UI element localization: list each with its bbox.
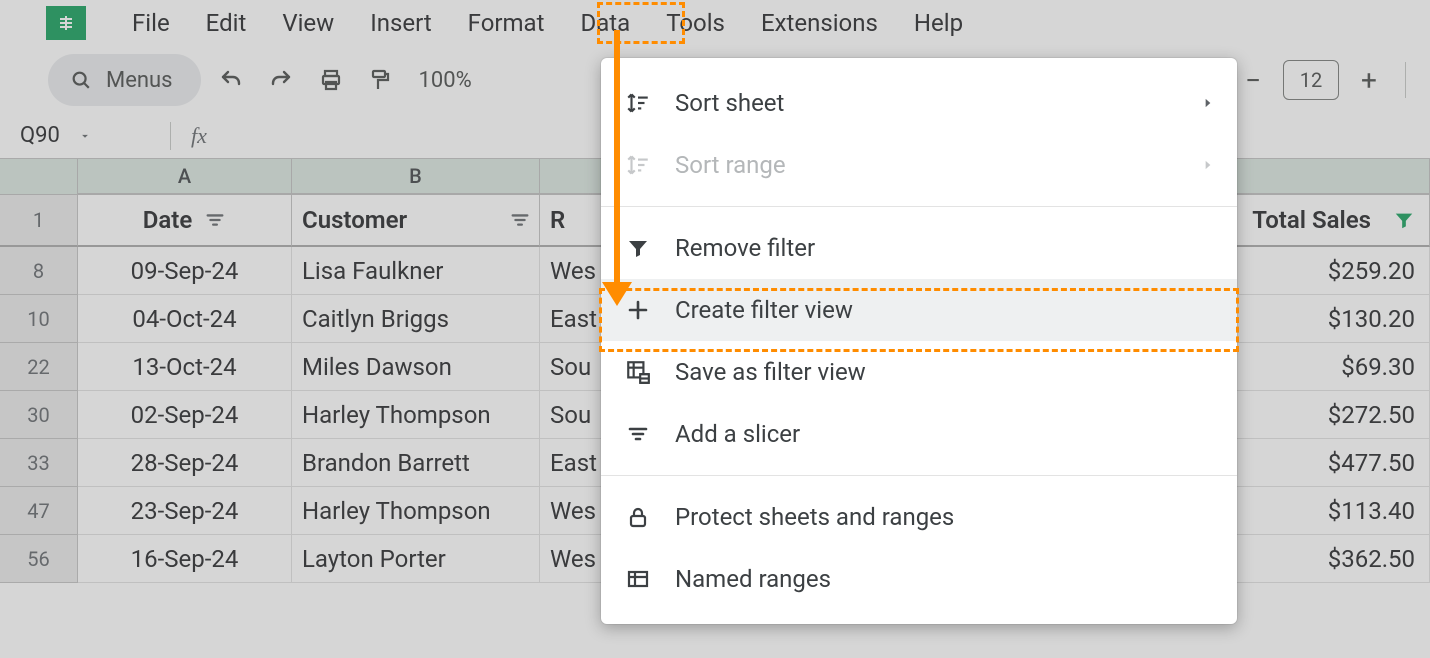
name-box[interactable]: Q90 bbox=[20, 123, 150, 148]
row-number[interactable]: 47 bbox=[0, 487, 78, 535]
font-size-input[interactable]: 12 bbox=[1283, 60, 1339, 100]
menu-file[interactable]: File bbox=[114, 3, 188, 43]
cell-date[interactable]: 16-Sep-24 bbox=[78, 535, 292, 583]
sheets-logo[interactable] bbox=[46, 6, 86, 40]
cell-customer[interactable]: Harley Thompson bbox=[292, 391, 540, 439]
menu-separator bbox=[601, 206, 1237, 207]
data-menu-dropdown: Sort sheet Sort range Remove filter Crea… bbox=[601, 58, 1237, 624]
toolbar-divider bbox=[1405, 62, 1406, 98]
row-number[interactable]: 22 bbox=[0, 343, 78, 391]
row-number[interactable]: 56 bbox=[0, 535, 78, 583]
paint-format-button[interactable] bbox=[361, 60, 401, 100]
submenu-arrow-icon bbox=[1201, 96, 1215, 110]
cell-customer[interactable]: Lisa Faulkner bbox=[292, 247, 540, 295]
zoom-level[interactable]: 100% bbox=[411, 68, 480, 93]
row-number[interactable]: 8 bbox=[0, 247, 78, 295]
menu-sort-range: Sort range bbox=[601, 134, 1237, 196]
search-menus-label: Menus bbox=[106, 68, 173, 93]
lock-icon bbox=[623, 505, 653, 529]
cell-date[interactable]: 02-Sep-24 bbox=[78, 391, 292, 439]
row-number[interactable]: 30 bbox=[0, 391, 78, 439]
col-header-A[interactable]: A bbox=[78, 159, 292, 195]
sort-range-icon bbox=[623, 152, 653, 178]
search-menus[interactable]: Menus bbox=[48, 54, 201, 106]
header-customer[interactable]: Customer bbox=[292, 195, 540, 247]
divider bbox=[170, 122, 171, 150]
named-ranges-icon bbox=[623, 567, 653, 591]
slicer-icon bbox=[623, 422, 653, 446]
font-size-increase[interactable]: + bbox=[1349, 60, 1389, 100]
header-date[interactable]: Date bbox=[78, 195, 292, 247]
menu-edit[interactable]: Edit bbox=[188, 3, 265, 43]
menu-view[interactable]: View bbox=[264, 3, 352, 43]
row-number[interactable]: 10 bbox=[0, 295, 78, 343]
cell-customer[interactable]: Miles Dawson bbox=[292, 343, 540, 391]
menu-named-ranges[interactable]: Named ranges bbox=[601, 548, 1237, 610]
cell-date[interactable]: 23-Sep-24 bbox=[78, 487, 292, 535]
menu-bar: File Edit View Insert Format Data Tools … bbox=[0, 0, 1430, 46]
cell-customer[interactable]: Layton Porter bbox=[292, 535, 540, 583]
cell-customer[interactable]: Caitlyn Briggs bbox=[292, 295, 540, 343]
cell-customer[interactable]: Brandon Barrett bbox=[292, 439, 540, 487]
menu-extensions[interactable]: Extensions bbox=[743, 3, 896, 43]
print-button[interactable] bbox=[311, 60, 351, 100]
funnel-icon bbox=[623, 236, 653, 260]
menu-tools[interactable]: Tools bbox=[648, 3, 743, 43]
submenu-arrow-icon bbox=[1201, 158, 1215, 172]
menu-format[interactable]: Format bbox=[450, 3, 563, 43]
filter-icon[interactable] bbox=[509, 209, 531, 231]
row-number[interactable]: 1 bbox=[0, 195, 78, 247]
name-box-value: Q90 bbox=[20, 123, 60, 148]
col-header-B[interactable]: B bbox=[292, 159, 540, 195]
menu-create-filter-view[interactable]: Create filter view bbox=[601, 279, 1237, 341]
cell-customer[interactable]: Harley Thompson bbox=[292, 487, 540, 535]
menu-protect-sheets[interactable]: Protect sheets and ranges bbox=[601, 486, 1237, 548]
search-icon bbox=[70, 69, 92, 91]
chevron-down-icon bbox=[78, 129, 92, 143]
fx-icon: fx bbox=[191, 123, 207, 149]
cell-date[interactable]: 09-Sep-24 bbox=[78, 247, 292, 295]
select-all-corner[interactable] bbox=[0, 159, 78, 195]
filter-icon[interactable] bbox=[204, 209, 226, 231]
menu-add-slicer[interactable]: Add a slicer bbox=[601, 403, 1237, 465]
menu-sort-sheet[interactable]: Sort sheet bbox=[601, 72, 1237, 134]
menu-data[interactable]: Data bbox=[562, 3, 648, 43]
font-size-decrease[interactable]: − bbox=[1233, 60, 1273, 100]
cell-date[interactable]: 28-Sep-24 bbox=[78, 439, 292, 487]
menu-help[interactable]: Help bbox=[896, 3, 981, 43]
sort-sheet-icon bbox=[623, 90, 653, 116]
menu-separator bbox=[601, 475, 1237, 476]
cell-date[interactable]: 13-Oct-24 bbox=[78, 343, 292, 391]
row-number[interactable]: 33 bbox=[0, 439, 78, 487]
menu-insert[interactable]: Insert bbox=[352, 3, 449, 43]
plus-icon bbox=[623, 298, 653, 322]
save-filter-view-icon bbox=[623, 359, 653, 385]
cell-date[interactable]: 04-Oct-24 bbox=[78, 295, 292, 343]
filter-icon-active[interactable] bbox=[1393, 209, 1415, 231]
redo-button[interactable] bbox=[261, 60, 301, 100]
menu-remove-filter[interactable]: Remove filter bbox=[601, 217, 1237, 279]
undo-button[interactable] bbox=[211, 60, 251, 100]
menu-save-as-filter-view[interactable]: Save as filter view bbox=[601, 341, 1237, 403]
